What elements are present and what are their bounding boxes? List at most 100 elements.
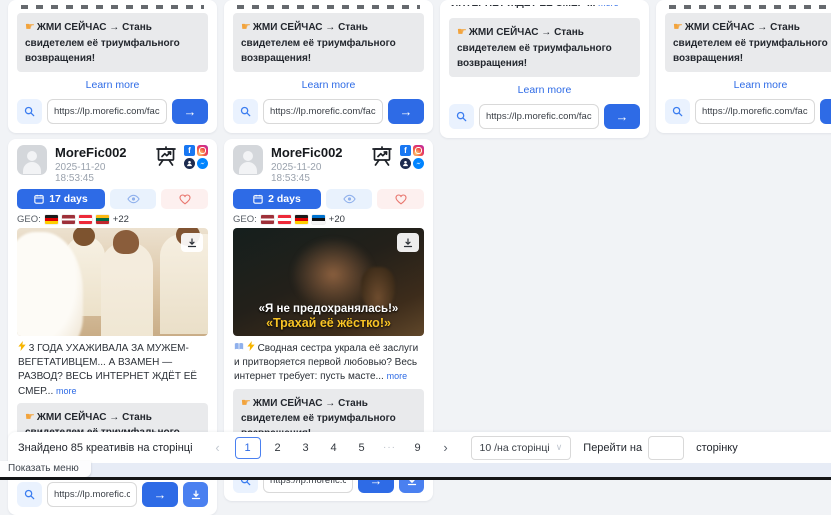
flag-icon <box>278 215 291 224</box>
overlay-line-2: «Трахай её жёстко!» <box>233 316 424 330</box>
instagram-icon <box>413 145 424 156</box>
cta-text: ЖМИ СЕЙЧАС → Стань свидетелем её триумфа… <box>457 27 612 69</box>
page-button-4[interactable]: 4 <box>323 438 345 458</box>
creative-card-partial-3: ИНТЕРНЕТ ЖДЁТ ЕЁ СМЕР ... more ☛ЖМИ СЕЙЧ… <box>440 0 649 138</box>
page-button-2[interactable]: 2 <box>267 438 289 458</box>
cta-text: ЖМИ СЕЙЧАС → Стань свидетелем её триумфа… <box>25 22 180 64</box>
page-button-last[interactable]: 9 <box>407 438 429 458</box>
cta-block: ☛ЖМИ СЕЙЧАС → Стань свидетелем её триумф… <box>665 13 831 72</box>
pagination-bar: Знайдено 85 креативів на сторінці ‹ 1 2 … <box>8 432 831 463</box>
card-header: MoreFic002 2025-11-20 18:53:45 f <box>17 145 208 185</box>
download-button[interactable] <box>183 482 208 507</box>
arrow-right-icon: → <box>400 104 413 119</box>
flag-icon <box>312 215 325 224</box>
creative-card-partial-2: ☛ЖМИ СЕЙЧАС → Стань свидетелем её триумф… <box>224 0 433 133</box>
days-active-button[interactable]: 17 days <box>17 189 105 209</box>
open-url-button[interactable]: → <box>388 99 424 124</box>
landing-url-input[interactable] <box>263 99 383 124</box>
clipped-text-remnant <box>669 5 831 9</box>
creative-image[interactable]: «Я не предохранялась!» «Трахай её жёстко… <box>233 228 424 336</box>
audience-network-icon <box>184 158 195 169</box>
next-page-button[interactable]: › <box>435 438 457 458</box>
bolt-icon <box>247 343 255 354</box>
geo-more-count[interactable]: +20 <box>329 214 345 225</box>
image-overlay-text: «Я не предохранялась!» «Трахай её жёстко… <box>233 303 424 330</box>
messenger-icon <box>413 158 424 169</box>
flag-icon <box>62 215 75 224</box>
search-icon[interactable] <box>233 99 258 124</box>
open-url-button[interactable]: → <box>172 99 208 124</box>
goto-page-suffix: сторінку <box>696 442 738 454</box>
open-url-button[interactable]: → <box>604 104 640 129</box>
favorite-heart-button[interactable] <box>161 189 208 209</box>
pointing-hand-icon: ☛ <box>241 397 251 409</box>
page-button-3[interactable]: 3 <box>295 438 317 458</box>
creative-image[interactable] <box>17 228 208 336</box>
arrow-right-icon: → <box>616 109 629 124</box>
facebook-icon: f <box>184 145 195 156</box>
learn-more-link[interactable]: Learn more <box>449 77 640 104</box>
search-icon[interactable] <box>17 482 42 507</box>
favorite-heart-button[interactable] <box>377 189 424 209</box>
placements-icons: f <box>400 145 424 169</box>
clipped-text-remnant <box>21 5 204 9</box>
search-icon[interactable] <box>17 99 42 124</box>
more-link[interactable]: more <box>387 371 408 381</box>
flag-icon <box>261 215 274 224</box>
page-size-select[interactable]: 10 /на сторінці∨ <box>471 436 572 460</box>
preview-eye-button[interactable] <box>326 189 373 209</box>
account-name: MoreFic002 <box>271 145 362 161</box>
learn-more-link[interactable]: Learn more <box>665 72 831 99</box>
instagram-icon <box>197 145 208 156</box>
landing-url-input[interactable] <box>47 482 137 507</box>
show-menu-button[interactable]: Показать меню <box>0 461 91 477</box>
bolt-icon <box>18 343 26 354</box>
pointing-hand-icon: ☛ <box>241 21 251 33</box>
page-button-5[interactable]: 5 <box>351 438 373 458</box>
cta-text: ЖМИ СЕЙЧАС → Стань свидетелем её триумфа… <box>241 22 396 64</box>
creative-card-partial-4: ☛ЖМИ СЕЙЧАС → Стань свидетелем её триумф… <box>656 0 831 133</box>
url-row: → <box>17 482 208 507</box>
preview-eye-button[interactable] <box>110 189 157 209</box>
presentation-chart-icon[interactable] <box>154 145 178 174</box>
search-icon[interactable] <box>665 99 690 124</box>
flag-icon <box>45 215 58 224</box>
learn-more-link[interactable]: Learn more <box>233 72 424 99</box>
presentation-chart-icon[interactable] <box>370 145 394 174</box>
clipped-body-text: ИНТЕРНЕТ ЖДЁТ ЕЁ СМЕР ... more <box>451 5 638 14</box>
page-button-1[interactable]: 1 <box>235 437 261 459</box>
download-image-button[interactable] <box>181 233 203 252</box>
avatar <box>17 145 47 175</box>
more-link[interactable]: more <box>56 386 77 396</box>
goto-page-input[interactable] <box>648 436 684 460</box>
results-count-text: Знайдено 85 креативів на сторінці <box>18 442 193 454</box>
geo-row: GEO: +22 <box>17 214 208 225</box>
open-url-button[interactable]: → <box>142 482 178 507</box>
url-row: → <box>665 99 831 124</box>
landing-url-input[interactable] <box>47 99 167 124</box>
header-icons: f <box>154 145 208 174</box>
days-label: 2 days <box>268 193 301 205</box>
body-text: 3 ГОДА УХАЖИВАЛА ЗА МУЖЕМ-ВЕГЕТАТИВЦЕМ..… <box>18 343 197 397</box>
geo-label: GEO: <box>233 214 257 225</box>
search-icon[interactable] <box>449 104 474 129</box>
geo-row: GEO: +20 <box>233 214 424 225</box>
download-image-button[interactable] <box>397 233 419 252</box>
days-active-button[interactable]: 2 days <box>233 189 321 209</box>
landing-url-input[interactable] <box>695 99 815 124</box>
header-icons: f <box>370 145 424 174</box>
clipped-text-remnant <box>237 5 420 9</box>
avatar <box>233 145 263 175</box>
arrow-right-icon: → <box>154 487 167 502</box>
url-row: → <box>17 99 208 124</box>
geo-more-count[interactable]: +22 <box>113 214 129 225</box>
landing-url-input[interactable] <box>479 104 599 129</box>
prev-page-button[interactable]: ‹ <box>207 438 229 458</box>
pages-ellipsis[interactable]: ··· <box>379 438 401 458</box>
learn-more-link[interactable]: Learn more <box>17 72 208 99</box>
open-url-button[interactable]: → <box>820 99 831 124</box>
facebook-icon: f <box>400 145 411 156</box>
geo-label: GEO: <box>17 214 41 225</box>
card-actions: 17 days <box>17 189 208 209</box>
more-link[interactable]: more <box>598 5 619 8</box>
